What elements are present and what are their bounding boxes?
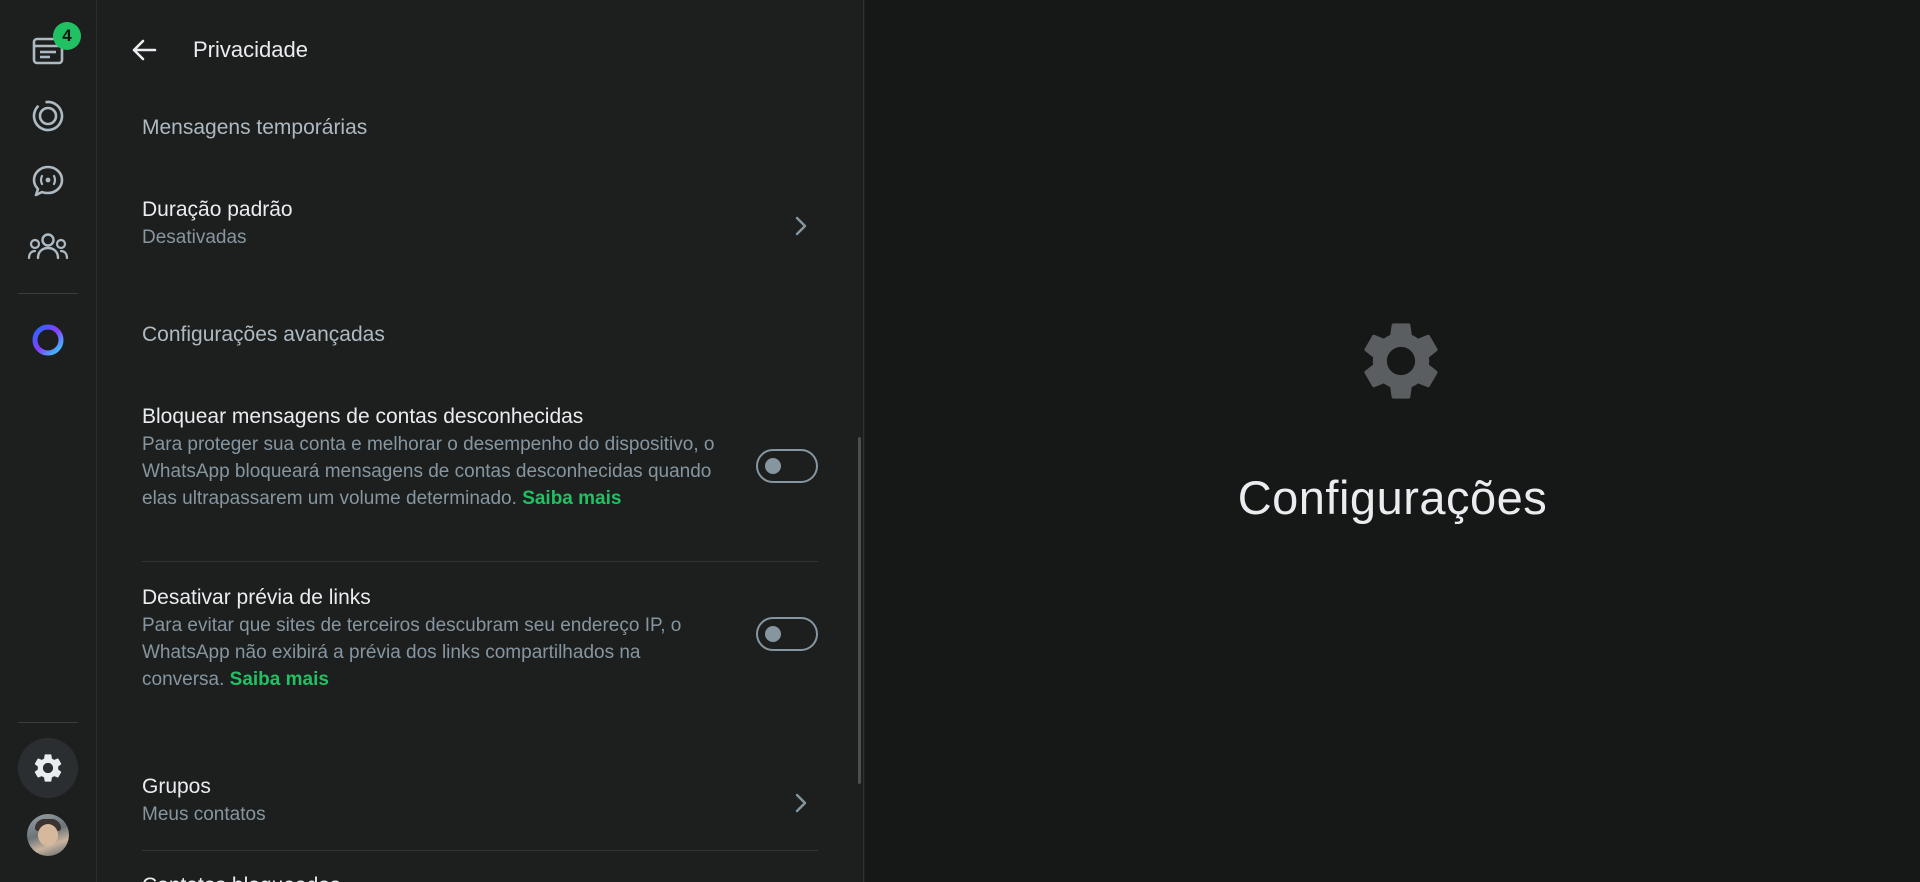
section-advanced: Configurações avançadas xyxy=(142,323,385,346)
toggle-knob xyxy=(765,626,781,642)
settings-placeholder: Configurações xyxy=(865,0,1920,882)
groups-value: Meus contatos xyxy=(142,804,266,825)
section-disappearing-messages: Mensagens temporárias xyxy=(142,116,368,139)
chevron-right-icon xyxy=(795,216,807,236)
chevron-right-icon xyxy=(795,793,807,813)
meta-ai-button[interactable] xyxy=(18,310,78,370)
main-title: Configurações xyxy=(1237,471,1548,524)
block-unknown-toggle[interactable] xyxy=(756,449,818,483)
panel-header: Privacidade xyxy=(97,0,863,100)
status-icon xyxy=(32,100,64,132)
back-button[interactable] xyxy=(124,30,164,70)
main-area: Configurações xyxy=(865,0,1920,882)
default-duration-value: Desativadas xyxy=(142,227,247,248)
meta-ai-icon xyxy=(32,324,64,356)
rail-divider-bottom xyxy=(18,722,78,723)
groups-label: Grupos xyxy=(142,775,211,798)
unread-badge: 4 xyxy=(53,22,81,50)
disable-link-preview-description: Para evitar que sites de terceiros descu… xyxy=(142,612,722,693)
blocked-contacts-label: Contatos bloqueados xyxy=(142,872,818,882)
communities-button[interactable] xyxy=(18,217,78,277)
privacy-panel: Privacidade Mensagens temporárias Duraçã… xyxy=(97,0,864,882)
avatar-face xyxy=(38,824,58,846)
settings-button[interactable] xyxy=(18,738,78,798)
gear-icon xyxy=(1364,323,1438,399)
communities-icon xyxy=(27,233,69,260)
block-unknown-label: Bloquear mensagens de contas desconhecid… xyxy=(142,405,584,428)
toggle-knob xyxy=(765,458,781,474)
page-title: Privacidade xyxy=(193,37,308,62)
arrow-left-icon xyxy=(132,39,157,61)
default-duration-row[interactable]: Duração padrão Desativadas xyxy=(142,196,818,256)
channels-button[interactable] xyxy=(18,151,78,211)
block-unknown-row: Bloquear mensagens de contas desconhecid… xyxy=(142,403,818,543)
rail-divider xyxy=(18,293,78,294)
block-unknown-desc-text: Para proteger sua conta e melhorar o des… xyxy=(142,434,715,509)
learn-more-link[interactable]: Saiba mais xyxy=(230,669,329,690)
disable-link-preview-row: Desativar prévia de links Para evitar qu… xyxy=(142,584,818,694)
default-duration-label: Duração padrão xyxy=(142,198,293,221)
channels-icon xyxy=(32,165,64,197)
blocked-contacts-row[interactable]: Contatos bloqueados xyxy=(142,872,818,882)
navigation-rail: 4 xyxy=(0,0,97,882)
disable-link-preview-desc-text: Para evitar que sites de terceiros descu… xyxy=(142,615,682,690)
learn-more-link[interactable]: Saiba mais xyxy=(522,488,621,509)
profile-avatar[interactable] xyxy=(27,814,69,856)
block-unknown-description: Para proteger sua conta e melhorar o des… xyxy=(142,431,722,512)
groups-row[interactable]: Grupos Meus contatos xyxy=(142,773,818,833)
chats-button[interactable]: 4 xyxy=(18,19,81,79)
panel-scrollbar[interactable] xyxy=(858,437,861,784)
row-divider xyxy=(142,850,818,851)
disable-link-preview-toggle[interactable] xyxy=(756,617,818,651)
settings-icon xyxy=(34,754,62,782)
disable-link-preview-label: Desativar prévia de links xyxy=(142,586,371,609)
row-divider xyxy=(142,561,818,562)
status-button[interactable] xyxy=(18,86,78,146)
